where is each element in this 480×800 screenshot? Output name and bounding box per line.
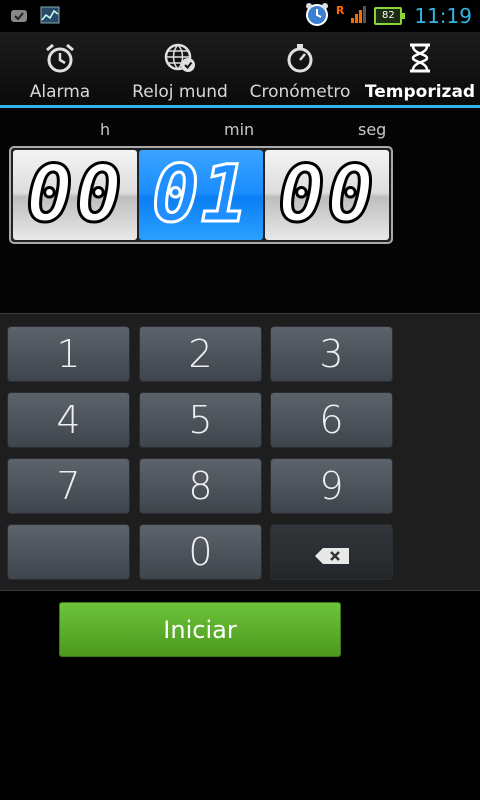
tab-reloj-mundial[interactable]: Reloj mund	[120, 32, 240, 105]
tab-label: Reloj mund	[132, 82, 228, 102]
key-8[interactable]: 8	[139, 458, 262, 514]
key-7[interactable]: 7	[7, 458, 130, 514]
chart-icon	[40, 6, 60, 28]
signal-icon	[350, 4, 368, 28]
tab-label: Cronómetro	[249, 82, 351, 102]
timer-display-area: h min seg 00 01 00	[0, 108, 480, 313]
seconds-field[interactable]: 00	[265, 149, 389, 242]
stopwatch-icon	[280, 42, 320, 74]
alarm-clock-icon	[304, 1, 330, 31]
start-button[interactable]: Iniciar	[59, 602, 341, 657]
tab-label: Temporizad	[364, 82, 476, 102]
tab-label: Alarma	[29, 82, 91, 102]
backspace-button[interactable]	[270, 524, 393, 580]
tab-temporizador[interactable]: Temporizad	[360, 32, 480, 105]
key-4[interactable]: 4	[7, 392, 130, 448]
tab-bar: Alarma Reloj mund Cronómetro Temporizad	[0, 32, 480, 108]
minutes-label: min	[224, 120, 255, 139]
key-0[interactable]: 0	[139, 524, 262, 580]
world-clock-icon	[160, 42, 200, 74]
tab-alarma[interactable]: Alarma	[0, 32, 120, 105]
key-3[interactable]: 3	[270, 326, 393, 382]
tab-cronometro[interactable]: Cronómetro	[240, 32, 360, 105]
roaming-indicator: R	[335, 4, 345, 17]
minutes-field[interactable]: 01	[139, 149, 263, 242]
key-9[interactable]: 9	[270, 458, 393, 514]
key-1[interactable]: 1	[7, 326, 130, 382]
seconds-label: seg	[358, 120, 387, 139]
hours-label: h	[100, 120, 111, 139]
status-clock: 11:19	[414, 4, 472, 28]
key-blank	[7, 524, 130, 580]
alarm-clock-icon	[40, 42, 80, 74]
timer-digits: 00 01 00	[9, 146, 393, 244]
status-bar: R 82 11:19	[0, 0, 480, 32]
hourglass-icon	[400, 42, 440, 74]
key-5[interactable]: 5	[139, 392, 262, 448]
battery-icon: 82	[374, 7, 406, 25]
key-2[interactable]: 2	[139, 326, 262, 382]
hours-field[interactable]: 00	[13, 149, 137, 242]
keypad: 1 2 3 4 5 6 7 8 9 0	[0, 313, 480, 591]
download-icon	[10, 8, 28, 27]
backspace-icon	[314, 530, 350, 574]
key-6[interactable]: 6	[270, 392, 393, 448]
